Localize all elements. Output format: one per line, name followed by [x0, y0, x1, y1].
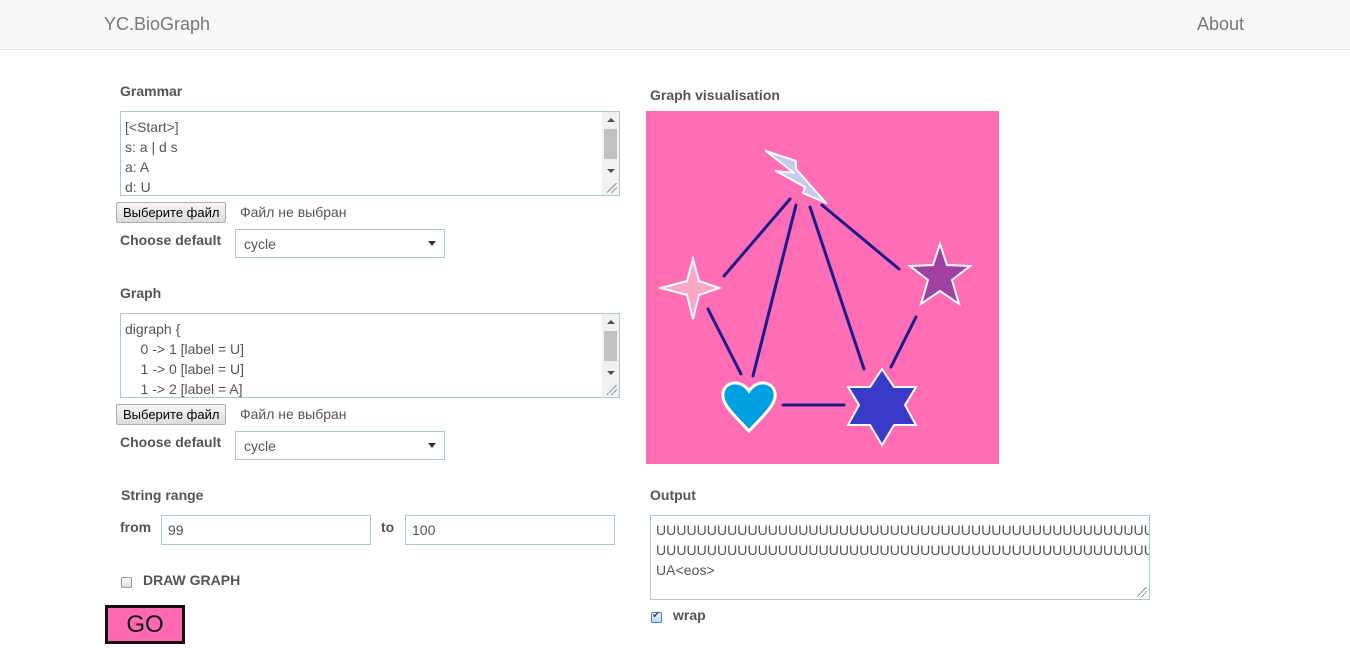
to-input[interactable]: 100 [405, 515, 615, 545]
grammar-file-status: Файл не выбран [240, 204, 347, 220]
navbar: YC.BioGraph About [0, 0, 1350, 50]
output-label: Output [650, 487, 696, 503]
graph-line: 0 -> 1 [label = U] [125, 341, 245, 357]
go-button[interactable]: GO [105, 605, 185, 644]
graph-line: 1 -> 0 [label = U] [125, 361, 245, 377]
grammar-line: a: A [125, 159, 150, 175]
grammar-default-value: cycle [244, 236, 276, 252]
graph-choose-file-button[interactable]: Выберите файл [116, 404, 227, 425]
brand-link[interactable]: YC.BioGraph [104, 14, 210, 35]
grammar-label: Grammar [120, 83, 183, 99]
string-range-label: String range [121, 487, 204, 503]
scroll-thumb[interactable] [604, 129, 617, 159]
graph-textarea[interactable]: digraph { 0 -> 1 [label = U] 1 -> 0 [lab… [120, 313, 620, 398]
graph-default-select[interactable]: cycle [235, 431, 445, 460]
wrap-checkbox[interactable] [651, 610, 662, 623]
output-line: UUUUUUUUUUUUUUUUUUUUUUUUUUUUUUUUUUUUUUUU… [656, 522, 1150, 538]
grammar-line: s: a | d s [125, 139, 178, 155]
scroll-down-arrow-icon[interactable] [607, 169, 615, 173]
scroll-up-arrow-icon[interactable] [607, 118, 615, 122]
grammar-choose-file-button[interactable]: Выберите файл [116, 202, 227, 223]
draw-graph-checkbox[interactable] [121, 577, 132, 588]
graph-file-status: Файл не выбран [240, 406, 347, 422]
to-label: to [381, 519, 395, 535]
output-textarea[interactable]: UUUUUUUUUUUUUUUUUUUUUUUUUUUUUUUUUUUUUUUU… [650, 515, 1150, 600]
graph-label: Graph [120, 285, 162, 301]
grammar-default-select[interactable]: cycle [235, 229, 445, 258]
resize-grip-icon[interactable] [1137, 587, 1147, 597]
grammar-line: d: U [125, 179, 151, 195]
grammar-line: [<Start>] [125, 119, 179, 135]
resize-grip-icon[interactable] [607, 385, 617, 395]
graph-line: digraph { [125, 321, 181, 337]
resize-grip-icon[interactable] [607, 183, 617, 193]
dropdown-arrow-icon [428, 443, 436, 448]
graph-visualisation-label: Graph visualisation [650, 87, 780, 103]
graph-visualisation-canvas [646, 111, 999, 464]
graph-default-label: Choose default [120, 434, 222, 450]
output-line: UA<eos> [656, 562, 715, 578]
scroll-up-arrow-icon[interactable] [607, 320, 615, 324]
grammar-textarea[interactable]: [<Start>] s: a | d s a: A d: U [120, 111, 620, 196]
about-link[interactable]: About [1197, 14, 1244, 35]
from-input[interactable]: 99 [161, 515, 371, 545]
from-label: from [120, 519, 152, 535]
grammar-default-label: Choose default [120, 232, 222, 248]
scroll-down-arrow-icon[interactable] [607, 371, 615, 375]
draw-graph-label: DRAW GRAPH [143, 572, 241, 588]
scroll-thumb[interactable] [604, 331, 617, 361]
graph-line: 1 -> 2 [label = A] [125, 381, 243, 397]
dropdown-arrow-icon [428, 241, 436, 246]
wrap-label: wrap [673, 607, 706, 623]
output-line: UUUUUUUUUUUUUUUUUUUUUUUUUUUUUUUUUUUUUUUU… [656, 542, 1150, 558]
graph-default-value: cycle [244, 438, 276, 454]
